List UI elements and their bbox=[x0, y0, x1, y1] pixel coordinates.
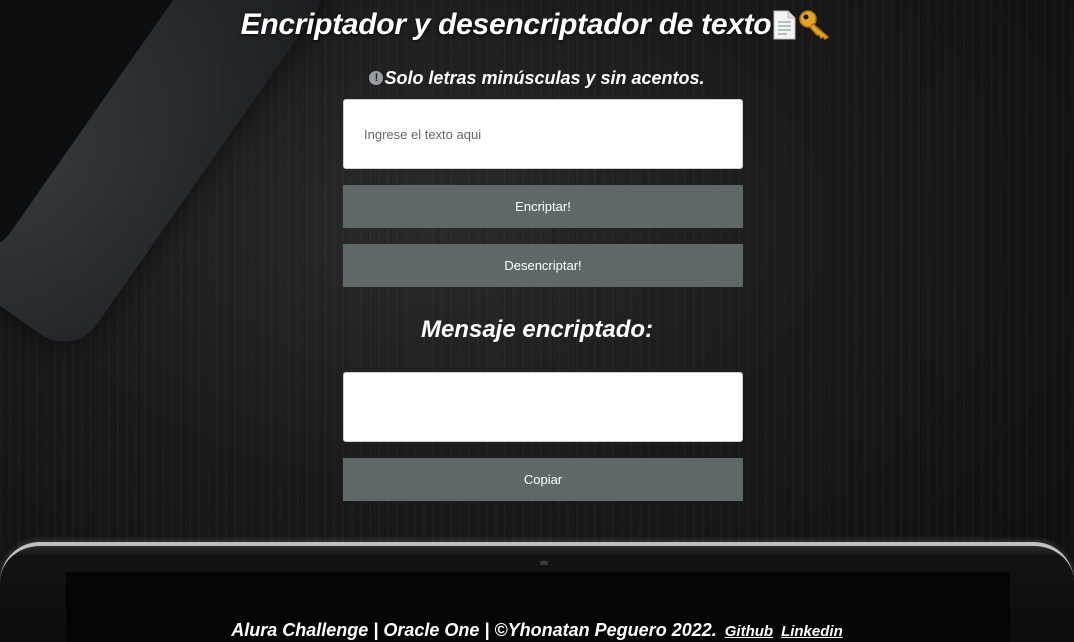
encrypt-button[interactable]: Encriptar! bbox=[343, 185, 743, 228]
github-link[interactable]: Github bbox=[725, 623, 773, 640]
result-output[interactable] bbox=[343, 372, 743, 442]
exclamation-icon: ! bbox=[369, 71, 384, 85]
page-title: Encriptador y desencriptador de texto bbox=[0, 8, 1074, 44]
decrypt-button[interactable]: Desencriptar! bbox=[343, 244, 743, 287]
page-title-text: Encriptador y desencriptador de texto bbox=[240, 8, 772, 41]
footer-text: Alura Challenge | Oracle One | ©Yhonatan… bbox=[231, 620, 717, 640]
background-laptop-camera bbox=[540, 561, 548, 565]
footer: Alura Challenge | Oracle One | ©Yhonatan… bbox=[0, 620, 1074, 641]
key-icon bbox=[797, 8, 833, 44]
result-title: Mensaje encriptado: bbox=[420, 316, 654, 343]
notice-text: Solo letras minúsculas y sin acentos. bbox=[384, 68, 705, 88]
notice: ! Solo letras minúsculas y sin acentos. bbox=[0, 68, 1074, 89]
copy-button[interactable]: Copiar bbox=[343, 458, 743, 501]
document-icon bbox=[771, 10, 797, 44]
linkedin-link[interactable]: Linkedin bbox=[781, 623, 843, 640]
text-input[interactable] bbox=[343, 99, 743, 169]
